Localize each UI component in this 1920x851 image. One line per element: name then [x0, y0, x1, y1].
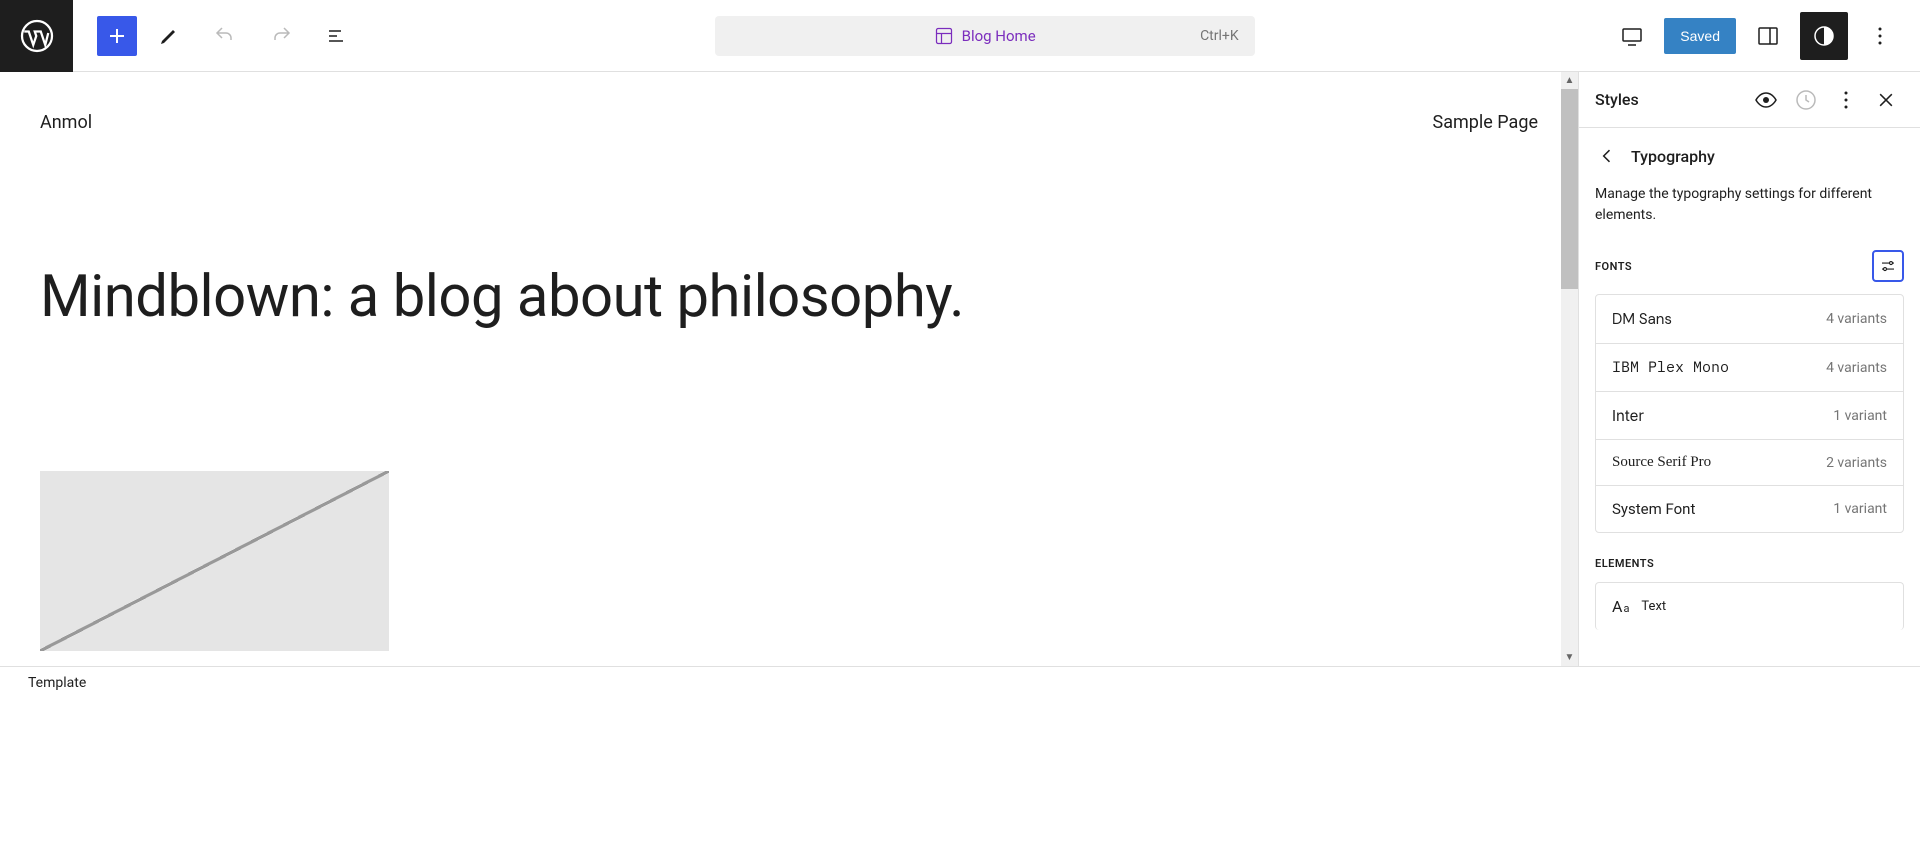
- layout-icon: [934, 26, 954, 46]
- document-bar[interactable]: Blog Home Ctrl+K: [715, 16, 1255, 56]
- font-name: Source Serif Pro: [1612, 454, 1711, 471]
- eye-icon: [1754, 88, 1778, 112]
- pencil-icon: [157, 24, 181, 48]
- scroll-up-arrow[interactable]: ▲: [1561, 72, 1578, 89]
- main-area: Anmol Sample Page Mindblown: a blog abou…: [0, 72, 1920, 666]
- breadcrumb[interactable]: Template: [28, 675, 86, 691]
- options-button[interactable]: [1856, 12, 1904, 60]
- font-name: DM Sans: [1612, 309, 1672, 329]
- back-button[interactable]: [1595, 144, 1619, 168]
- document-title-text: Blog Home: [962, 27, 1036, 45]
- font-name: IBM Plex Mono: [1612, 358, 1729, 377]
- toolbar-right-group: Saved: [1608, 12, 1920, 60]
- undo-icon: [213, 24, 237, 48]
- settings-sidebar-button[interactable]: [1744, 12, 1792, 60]
- command-shortcut: Ctrl+K: [1200, 28, 1239, 44]
- text-icon: Aa: [1612, 597, 1629, 616]
- fonts-section-label: FONTS: [1595, 260, 1632, 273]
- font-variants: 4 variants: [1826, 360, 1887, 376]
- font-variants: 1 variant: [1833, 501, 1887, 517]
- style-book-button[interactable]: [1748, 82, 1784, 118]
- font-name: System Font: [1612, 500, 1695, 518]
- scroll-down-arrow[interactable]: ▼: [1561, 649, 1578, 666]
- scrollbar-thumb[interactable]: [1561, 89, 1578, 289]
- elements-list: Aa Text: [1595, 582, 1904, 630]
- document-title: Blog Home: [934, 26, 1036, 46]
- font-item[interactable]: IBM Plex Mono 4 variants: [1596, 344, 1903, 392]
- more-vertical-icon: [1868, 24, 1892, 48]
- sidebar-title: Styles: [1595, 90, 1639, 109]
- top-toolbar: Blog Home Ctrl+K Saved: [0, 0, 1920, 72]
- wordpress-icon: [19, 18, 55, 54]
- featured-image-placeholder[interactable]: [40, 471, 389, 651]
- font-item[interactable]: Inter 1 variant: [1596, 392, 1903, 440]
- site-title[interactable]: Anmol: [40, 112, 92, 133]
- revisions-button[interactable]: [1788, 82, 1824, 118]
- styles-icon: [1812, 24, 1836, 48]
- styles-button[interactable]: [1800, 12, 1848, 60]
- element-label: Text: [1641, 599, 1666, 614]
- nav-link-sample[interactable]: Sample Page: [1433, 112, 1538, 133]
- font-settings-button[interactable]: [1872, 250, 1904, 282]
- toolbar-center: Blog Home Ctrl+K: [361, 16, 1608, 56]
- site-header: Anmol Sample Page: [40, 112, 1538, 133]
- toolbar-left-group: [73, 12, 361, 60]
- fonts-section-header: FONTS: [1579, 250, 1920, 294]
- document-overview-button[interactable]: [313, 12, 361, 60]
- sidebar-icon: [1756, 24, 1780, 48]
- font-variants: 1 variant: [1833, 408, 1887, 424]
- undo-button[interactable]: [201, 12, 249, 60]
- styles-sidebar: Styles Typography Mana: [1578, 72, 1920, 666]
- history-icon: [1794, 88, 1818, 112]
- close-icon: [1876, 90, 1896, 110]
- elements-section-header: ELEMENTS: [1579, 533, 1920, 582]
- close-sidebar-button[interactable]: [1868, 82, 1904, 118]
- panel-description: Manage the typography settings for diffe…: [1579, 184, 1920, 250]
- sidebar-more-button[interactable]: [1828, 82, 1864, 118]
- page-heading[interactable]: Mindblown: a blog about philosophy.: [40, 263, 1538, 331]
- panel-title: Typography: [1631, 147, 1715, 166]
- element-item[interactable]: Aa Text: [1596, 583, 1903, 630]
- desktop-icon: [1620, 24, 1644, 48]
- font-variants: 2 variants: [1826, 455, 1887, 471]
- list-view-icon: [325, 24, 349, 48]
- font-variants: 4 variants: [1826, 311, 1887, 327]
- font-list: DM Sans 4 variants IBM Plex Mono 4 variants…: [1595, 294, 1904, 533]
- tools-button[interactable]: [145, 12, 193, 60]
- font-item[interactable]: System Font 1 variant: [1596, 486, 1903, 532]
- wp-logo-button[interactable]: [0, 0, 73, 72]
- canvas-scrollbar[interactable]: ▲ ▼: [1561, 72, 1578, 666]
- editor-footer: Template: [0, 666, 1920, 699]
- editor-canvas-wrap: Anmol Sample Page Mindblown: a blog abou…: [0, 72, 1578, 666]
- sliders-icon: [1879, 257, 1897, 275]
- view-button[interactable]: [1608, 12, 1656, 60]
- font-item[interactable]: DM Sans 4 variants: [1596, 295, 1903, 344]
- redo-icon: [269, 24, 293, 48]
- add-block-button[interactable]: [97, 16, 137, 56]
- plus-icon: [105, 24, 129, 48]
- more-vertical-icon: [1834, 88, 1858, 112]
- chevron-left-icon: [1597, 146, 1617, 166]
- sidebar-header-actions: [1748, 82, 1904, 118]
- font-name: Inter: [1612, 406, 1644, 425]
- font-item[interactable]: Source Serif Pro 2 variants: [1596, 440, 1903, 486]
- sidebar-nav: Typography: [1579, 128, 1920, 184]
- elements-section-label: ELEMENTS: [1595, 557, 1654, 570]
- editor-canvas[interactable]: Anmol Sample Page Mindblown: a blog abou…: [0, 72, 1578, 666]
- save-button[interactable]: Saved: [1664, 18, 1736, 54]
- sidebar-header: Styles: [1579, 72, 1920, 128]
- redo-button[interactable]: [257, 12, 305, 60]
